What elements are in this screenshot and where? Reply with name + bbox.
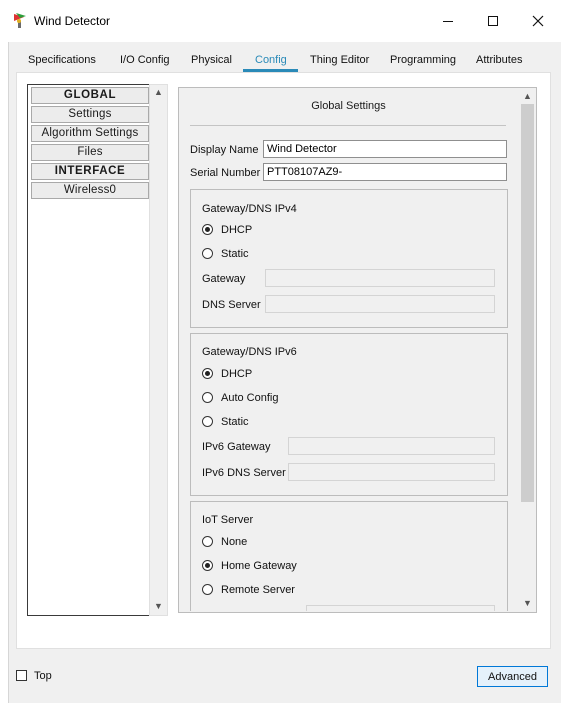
ipv6-gateway-input[interactable] — [288, 437, 495, 455]
ipv6-gateway-label: IPv6 Gateway — [202, 441, 271, 453]
top-checkbox[interactable] — [16, 670, 27, 681]
ipv4-dhcp-label: DHCP — [221, 224, 253, 236]
ipv6-dhcp-label: DHCP — [221, 368, 253, 380]
close-button[interactable] — [515, 8, 561, 34]
display-name-label: Display Name — [190, 144, 259, 156]
iot-none-radio[interactable] — [202, 536, 213, 547]
sidebar-header-interface: INTERFACE — [31, 163, 149, 180]
sidebar-header-global: GLOBAL — [31, 87, 149, 104]
ipv6-auto-radio[interactable] — [202, 392, 213, 403]
section-heading: Global Settings — [311, 100, 386, 112]
top-label: Top — [34, 670, 52, 682]
ipv4-dns-label: DNS Server — [202, 299, 261, 311]
app-icon — [12, 12, 28, 28]
sidebar-scrollbar[interactable]: ▲ ▼ — [149, 84, 168, 616]
scroll-up-icon[interactable]: ▲ — [519, 91, 536, 101]
ipv4-title: Gateway/DNS IPv4 — [202, 203, 297, 215]
remote-server-input[interactable] — [306, 605, 495, 611]
divider — [190, 125, 506, 126]
iot-home-gateway-radio[interactable] — [202, 560, 213, 571]
ipv6-static-label: Static — [221, 416, 249, 428]
advanced-button[interactable]: Advanced — [477, 666, 548, 687]
ipv4-static-radio[interactable] — [202, 248, 213, 259]
close-icon — [532, 15, 544, 27]
ipv4-gateway-label: Gateway — [202, 273, 246, 285]
tab-thing-editor[interactable]: Thing Editor — [310, 54, 369, 72]
iot-remote-server-label: Remote Server — [221, 584, 295, 596]
tab-physical[interactable]: Physical — [191, 54, 232, 72]
tab-io-config[interactable]: I/O Config — [120, 54, 170, 72]
serial-number-input[interactable] — [263, 163, 507, 181]
ipv6-dhcp-radio[interactable] — [202, 368, 213, 379]
serial-number-label: Serial Number — [190, 167, 261, 179]
sidebar-item-settings[interactable]: Settings — [31, 106, 149, 123]
ipv4-static-label: Static — [221, 248, 249, 260]
iot-none-label: None — [221, 536, 248, 548]
tab-attributes[interactable]: Attributes — [476, 54, 522, 72]
sidebar-list: GLOBAL Settings Algorithm Settings Files… — [27, 84, 151, 616]
title-bar: Wind Detector — [0, 0, 561, 42]
scroll-down-icon[interactable]: ▼ — [519, 598, 536, 608]
ipv6-auto-label: Auto Config — [221, 392, 279, 404]
ipv6-static-radio[interactable] — [202, 416, 213, 427]
window-title: Wind Detector — [34, 14, 111, 28]
minimize-icon — [443, 21, 453, 22]
ipv4-dhcp-radio[interactable] — [202, 224, 213, 235]
sidebar-item-files[interactable]: Files — [31, 144, 149, 161]
ipv6-dns-input[interactable] — [288, 463, 495, 481]
tab-programming[interactable]: Programming — [390, 54, 456, 72]
maximize-icon — [488, 16, 498, 26]
iot-title: IoT Server — [202, 514, 254, 526]
ipv4-dns-input[interactable] — [265, 295, 495, 313]
display-name-input[interactable] — [263, 140, 507, 158]
minimize-button[interactable] — [425, 8, 471, 34]
iot-remote-server-radio[interactable] — [202, 584, 213, 595]
iot-home-gateway-label: Home Gateway — [221, 560, 297, 572]
tab-specifications[interactable]: Specifications — [28, 54, 96, 72]
scroll-up-icon[interactable]: ▲ — [150, 87, 167, 97]
ipv4-gateway-input[interactable] — [265, 269, 495, 287]
sidebar-item-wireless0[interactable]: Wireless0 — [31, 182, 149, 199]
scroll-down-icon[interactable]: ▼ — [150, 601, 167, 611]
scrollbar-thumb[interactable] — [521, 104, 534, 502]
maximize-button[interactable] — [470, 8, 516, 34]
sidebar-item-algorithm-settings[interactable]: Algorithm Settings — [31, 125, 149, 142]
ipv6-title: Gateway/DNS IPv6 — [202, 346, 297, 358]
ipv6-dns-label: IPv6 DNS Server — [202, 467, 286, 479]
